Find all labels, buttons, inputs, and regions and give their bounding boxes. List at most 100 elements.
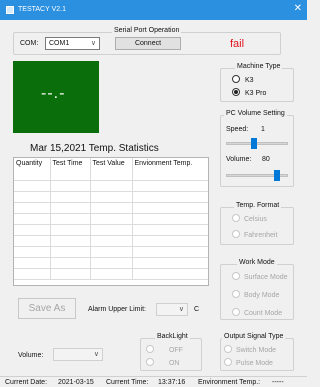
chevron-down-icon: ∨ <box>178 306 184 313</box>
table-cell <box>132 202 208 214</box>
radio-icon <box>146 358 154 366</box>
environment-temp-value: ----- <box>272 379 284 386</box>
save-as-button[interactable]: Save As <box>18 298 76 319</box>
work-mode-option-count[interactable]: Count Mode <box>232 308 282 318</box>
window-title: TESTACY V2.1 <box>18 6 66 13</box>
table-cell <box>50 257 91 269</box>
table-cell <box>132 257 208 269</box>
current-date-label: Current Date: <box>5 379 48 386</box>
table-body <box>14 169 208 280</box>
alarm-upper-limit-select[interactable]: ∨ <box>156 303 188 316</box>
table-cell <box>14 235 51 247</box>
option-label: Count Mode <box>243 310 283 317</box>
table-cell <box>90 169 133 181</box>
speed-label: Speed: <box>226 126 249 133</box>
table-cell <box>50 213 91 225</box>
option-label: K3 <box>244 77 254 84</box>
app-icon <box>6 6 14 14</box>
pc-volume-slider-thumb[interactable] <box>274 170 280 181</box>
temp-format-option-celsius[interactable]: Celsius <box>232 214 267 224</box>
close-icon[interactable]: ✕ <box>294 4 302 14</box>
column-header-environment-temp[interactable]: Envionment Temp. <box>132 158 208 169</box>
table-cell <box>90 213 133 225</box>
output-signal-option-pulse[interactable]: Pulse Mode <box>224 358 273 368</box>
table-cell <box>90 180 133 192</box>
device-volume-select[interactable]: ∨ <box>53 348 103 361</box>
temperature-display-value: --.- <box>41 85 66 102</box>
column-header-test-value[interactable]: Test Value <box>90 158 133 169</box>
work-mode-option-body[interactable]: Body Mode <box>232 290 279 300</box>
table-cell <box>14 246 51 258</box>
table-cell <box>50 202 91 214</box>
table-cell <box>132 235 208 247</box>
table-cell <box>90 246 133 258</box>
table-cell <box>14 202 51 214</box>
table-cell <box>132 246 208 258</box>
table-cell <box>132 213 208 225</box>
radio-selected-icon <box>232 88 240 96</box>
table-cell <box>14 180 51 192</box>
current-time-value: 13:37:16 <box>158 379 186 386</box>
environment-temp-label: Environment Temp.: <box>198 379 261 386</box>
table-cell <box>90 268 133 280</box>
speed-slider[interactable] <box>226 138 288 149</box>
table-cell <box>132 180 208 192</box>
serial-port-group-title: Serial Port Operation <box>112 27 182 34</box>
machine-type-option-k3-pro[interactable]: K3 Pro <box>232 88 266 98</box>
radio-icon <box>232 230 240 238</box>
table-cell <box>14 191 51 203</box>
machine-type-option-k3[interactable]: K3 <box>232 75 254 85</box>
table-cell <box>14 213 51 225</box>
backlight-option-off[interactable]: OFF <box>146 345 183 355</box>
pc-volume-title: PC Volume Setting <box>224 110 287 117</box>
table-row[interactable] <box>14 169 208 181</box>
temp-format-title: Temp. Format <box>234 202 282 209</box>
column-header-test-time[interactable]: Test Time <box>50 158 91 169</box>
machine-type-title: Machine Type <box>235 63 283 70</box>
temp-format-option-fahrenheit[interactable]: Fahrenheit <box>232 230 277 240</box>
table-cell <box>14 268 51 280</box>
table-cell <box>90 257 133 269</box>
table-row[interactable] <box>14 257 208 269</box>
speed-slider-thumb[interactable] <box>251 138 257 149</box>
option-label: OFF <box>168 347 183 354</box>
table-row[interactable] <box>14 224 208 236</box>
com-label: COM: <box>20 40 39 47</box>
connection-status: fail <box>230 38 245 50</box>
table-cell <box>50 224 91 236</box>
pc-volume-slider[interactable] <box>226 170 288 181</box>
statistics-table[interactable]: Quantity Test Time Test Value Envionment… <box>13 157 209 286</box>
device-volume-label: Volume: <box>18 352 44 359</box>
table-cell <box>90 191 133 203</box>
table-row[interactable] <box>14 213 208 225</box>
table-row[interactable] <box>14 202 208 214</box>
output-signal-option-switch[interactable]: Switch Mode <box>224 345 276 355</box>
speed-slider-track <box>226 142 288 145</box>
option-label: ON <box>168 360 180 367</box>
option-label: Pulse Mode <box>235 360 273 367</box>
com-select[interactable]: COM1 ∨ <box>45 37 100 50</box>
work-mode-option-surface[interactable]: Surface Mode <box>232 272 288 282</box>
statistics-title: Mar 15,2021 Temp. Statistics <box>30 143 159 154</box>
radio-icon <box>232 308 240 316</box>
table-cell <box>14 257 51 269</box>
table-cell <box>132 191 208 203</box>
table-row[interactable] <box>14 180 208 192</box>
option-label: Celsius <box>243 216 267 223</box>
table-header-row: Quantity Test Time Test Value Envionment… <box>14 158 208 169</box>
table-cell <box>50 180 91 192</box>
table-row[interactable] <box>14 235 208 247</box>
table-cell <box>50 191 91 203</box>
table-row[interactable] <box>14 191 208 203</box>
table-cell <box>50 268 91 280</box>
table-cell <box>50 235 91 247</box>
table-row[interactable] <box>14 268 208 280</box>
alarm-upper-limit-label: Alarm Upper Limit: <box>88 306 146 313</box>
radio-icon <box>224 345 232 353</box>
table-row[interactable] <box>14 246 208 258</box>
backlight-option-on[interactable]: ON <box>146 358 179 368</box>
connect-button[interactable]: Connect <box>115 37 181 50</box>
table-cell <box>90 202 133 214</box>
chevron-down-icon: ∨ <box>90 40 96 47</box>
column-header-quantity[interactable]: Quantity <box>14 158 51 169</box>
